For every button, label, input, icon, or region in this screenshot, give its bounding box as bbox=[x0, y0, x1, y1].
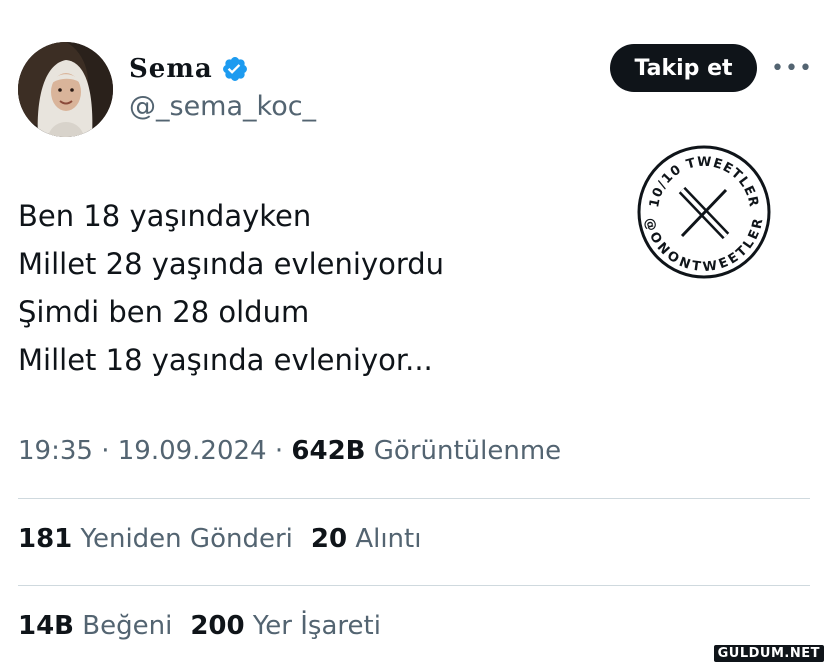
reposts-count: 181 bbox=[18, 524, 73, 554]
likes-label: Beğeni bbox=[82, 611, 173, 641]
views-count: 642B bbox=[291, 436, 366, 466]
quotes-link[interactable]: 20 Alıntı bbox=[311, 524, 422, 554]
tweet-text: Ben 18 yaşındayken Millet 28 yaşında evl… bbox=[18, 192, 618, 384]
bookmarks-link[interactable]: 200 Yer İşareti bbox=[190, 611, 381, 641]
meta-separator: · bbox=[274, 436, 284, 466]
bookmarks-label: Yer İşareti bbox=[252, 611, 381, 641]
tweet-line: Şimdi ben 28 oldum bbox=[18, 295, 310, 329]
user-handle[interactable]: @_sema_koc_ bbox=[129, 91, 316, 122]
quotes-label: Alıntı bbox=[355, 524, 422, 554]
meta-separator: · bbox=[101, 436, 110, 466]
tweet-line: Millet 18 yaşında evleniyor... bbox=[18, 343, 433, 377]
tweet-time[interactable]: 19:35 bbox=[18, 436, 93, 466]
tweet-meta: 19:35 · 19.09.2024 · 642B Görüntülenme bbox=[18, 436, 561, 466]
tweet-line: Millet 28 yaşında evleniyordu bbox=[18, 247, 445, 281]
verified-badge-icon bbox=[221, 55, 249, 83]
bookmarks-count: 200 bbox=[190, 611, 245, 641]
likes-link[interactable]: 14B Beğeni bbox=[18, 611, 172, 641]
reposts-label: Yeniden Gönderi bbox=[80, 524, 293, 554]
engagement-stats-row-2: 14B Beğeni 200 Yer İşareti bbox=[18, 611, 381, 641]
avatar[interactable] bbox=[18, 42, 113, 137]
name-row: Sema bbox=[129, 50, 249, 88]
divider bbox=[18, 585, 810, 586]
display-name[interactable]: Sema bbox=[129, 54, 213, 84]
watermark-stamp: 10/10 TWEETLER @ONONTWEETLER bbox=[636, 144, 772, 280]
tweet-date[interactable]: 19.09.2024 bbox=[118, 436, 267, 466]
more-options-icon[interactable]: ••• bbox=[771, 54, 812, 82]
divider bbox=[18, 498, 810, 499]
likes-count: 14B bbox=[18, 611, 74, 641]
follow-button[interactable]: Takip et bbox=[610, 44, 757, 92]
views-label: Görüntülenme bbox=[373, 436, 562, 466]
site-watermark: GULDUM.NET bbox=[713, 645, 824, 662]
quotes-count: 20 bbox=[310, 524, 348, 554]
tweet-line: Ben 18 yaşındayken bbox=[18, 199, 312, 233]
reposts-link[interactable]: 181 Yeniden Gönderi bbox=[18, 524, 293, 554]
engagement-stats-row-1: 181 Yeniden Gönderi 20 Alıntı bbox=[18, 524, 421, 554]
avatar-image bbox=[18, 42, 113, 137]
